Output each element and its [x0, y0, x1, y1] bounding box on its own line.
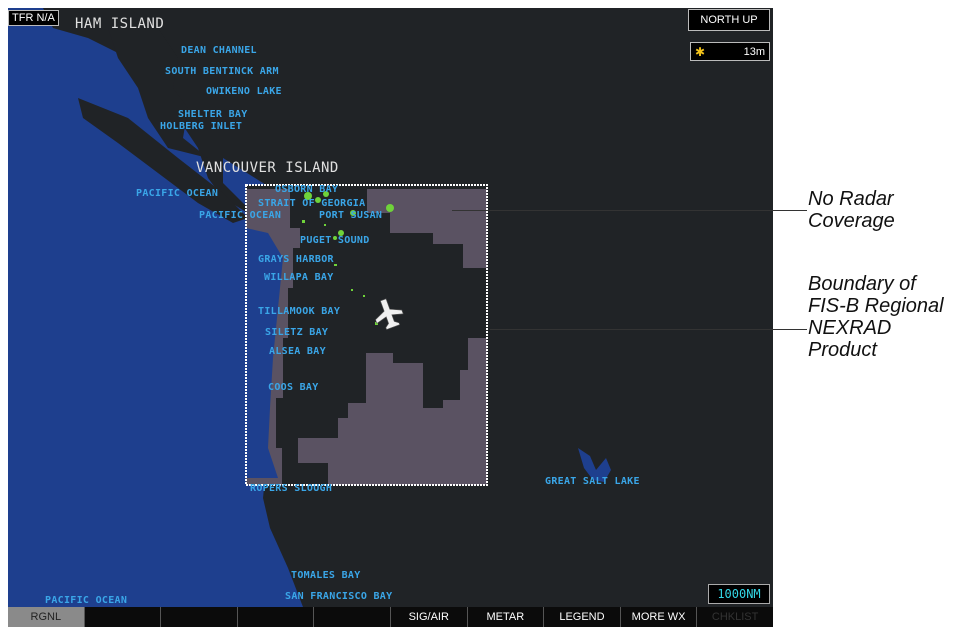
nexrad-age-indicator: ✱ 13m [690, 42, 770, 61]
place-label: SILETZ BAY [265, 327, 329, 338]
softkey-blank[interactable] [313, 607, 390, 627]
boundary-leader-line [490, 329, 807, 330]
callout-line: No Radar [808, 188, 894, 210]
softkey-metar[interactable]: METAR [466, 607, 544, 627]
place-label: TOMALES BAY [291, 570, 361, 581]
place-label: ALSEA BAY [269, 346, 326, 357]
callout-line: NEXRAD [808, 317, 892, 339]
tfr-status-badge: TFR N/A [8, 10, 59, 26]
softkey-more-wx[interactable]: MORE WX [619, 607, 697, 627]
nexrad-icon: ✱ [695, 44, 706, 59]
place-label: STRAIT OF GEORGIA [258, 198, 366, 209]
softkey-sig-air[interactable]: SIG/AIR [389, 607, 467, 627]
place-label: GRAYS HARBOR [258, 254, 334, 265]
place-label: SHELTER BAY [178, 109, 248, 120]
callout-line: Coverage [808, 210, 895, 232]
callout-line: Boundary of [808, 273, 916, 295]
softkey-blank[interactable] [83, 607, 161, 627]
mfd-screen: TFR N/A HAM ISLAND VANCOUVER ISLAND DEAN… [8, 8, 773, 627]
place-label: OWIKENO LAKE [206, 86, 282, 97]
place-label: SAN FRANCISCO BAY [285, 591, 393, 602]
place-label: PACIFIC OCEAN [45, 595, 128, 606]
place-label: HOLBERG INLET [160, 121, 243, 132]
softkey-blank[interactable] [160, 607, 237, 627]
place-label: PORT SUSAN [319, 210, 383, 221]
no-radar-callout: No Radar Coverage [808, 188, 895, 232]
place-label: SOUTH BENTINCK ARM [165, 66, 279, 77]
no-radar-leader-line [452, 210, 807, 211]
callout-line: FIS-B Regional [808, 295, 944, 317]
softkey-blank[interactable] [236, 607, 314, 627]
region-label: VANCOUVER ISLAND [196, 160, 339, 176]
nexrad-age-value: 13m [743, 45, 765, 58]
map-range-indicator[interactable]: 1000NM [708, 584, 770, 604]
place-label: DEAN CHANNEL [181, 45, 257, 56]
region-label: HAM ISLAND [75, 16, 165, 32]
place-label: TILLAMOOK BAY [258, 306, 341, 317]
softkey-legend[interactable]: LEGEND [543, 607, 620, 627]
boundary-callout: Boundary of FIS-B Regional NEXRAD Produc… [808, 273, 944, 361]
place-label: ROPERS SLOUGH [250, 483, 333, 494]
orientation-button[interactable]: NORTH UP [688, 9, 770, 31]
softkey-rgnl[interactable]: RGNL [8, 607, 84, 627]
place-label: PUGET SOUND [300, 235, 370, 246]
softkey-chklist[interactable]: CHKLIST [696, 607, 773, 627]
place-label: OSBORN BAY [275, 184, 339, 195]
place-label: PACIFIC OCEAN [199, 210, 282, 221]
place-label: WILLAPA BAY [264, 272, 334, 283]
weather-map[interactable]: TFR N/A HAM ISLAND VANCOUVER ISLAND DEAN… [8, 8, 773, 607]
place-label: COOS BAY [268, 382, 319, 393]
softkey-bar: RGNL SIG/AIR METAR LEGEND MORE WX CHKLIS… [8, 607, 773, 627]
map-graphics [8, 8, 611, 607]
callout-line: Product [808, 339, 877, 361]
place-label: GREAT SALT LAKE [545, 476, 640, 487]
place-label: PACIFIC OCEAN [136, 188, 219, 199]
